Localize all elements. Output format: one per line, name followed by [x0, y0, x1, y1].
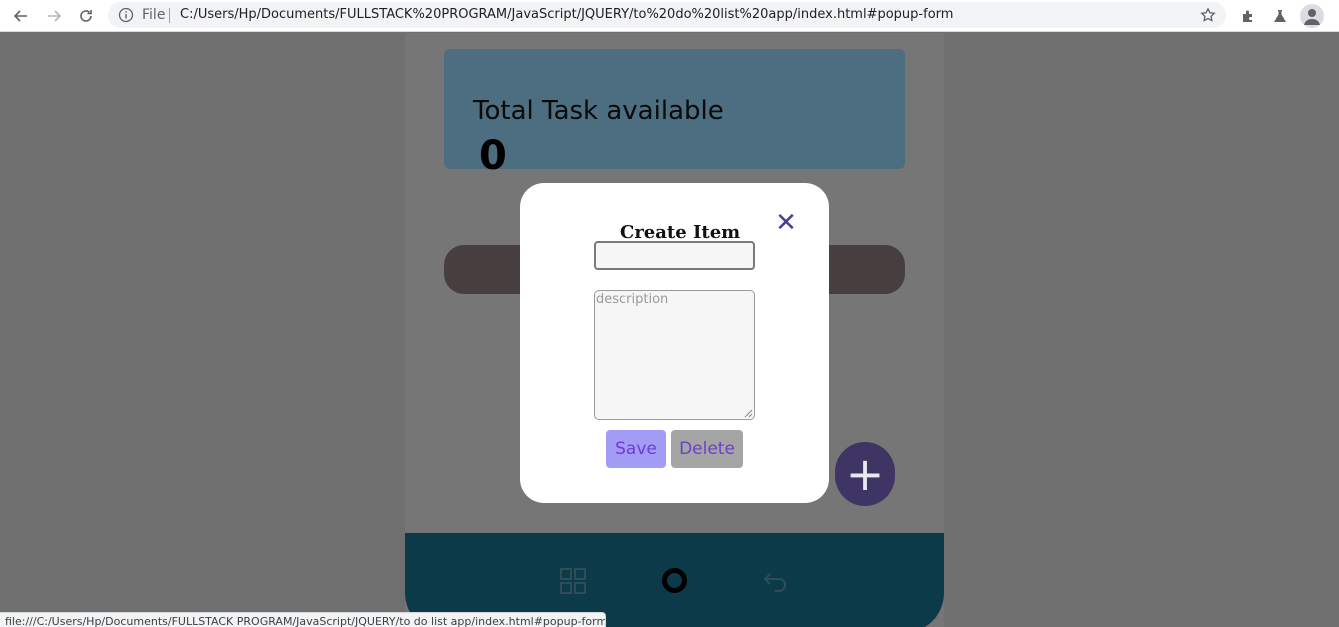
- browser-toolbar: File C:/Users/Hp/Documents/FULLSTACK%20P…: [0, 0, 1339, 32]
- item-title-input[interactable]: [594, 241, 755, 270]
- profile-avatar-icon[interactable]: [1300, 4, 1324, 28]
- info-icon[interactable]: [118, 7, 134, 23]
- url-text[interactable]: C:/Users/Hp/Documents/FULLSTACK%20PROGRA…: [180, 7, 953, 22]
- total-tasks-label: Total Task available: [473, 96, 724, 126]
- extensions-icon[interactable]: [1236, 4, 1260, 28]
- total-tasks-count: 0: [479, 133, 507, 179]
- description-textarea[interactable]: description: [594, 290, 755, 420]
- create-item-modal: Create Item ✕ description Save Delete: [520, 183, 829, 503]
- total-tasks-card: Total Task available 0: [444, 49, 905, 179]
- modal-title: Create Item: [620, 222, 741, 243]
- grid-icon[interactable]: [560, 568, 586, 594]
- add-task-button[interactable]: +: [835, 442, 895, 506]
- bookmark-star-icon[interactable]: [1200, 7, 1216, 23]
- undo-icon[interactable]: [762, 568, 788, 594]
- labs-flask-icon[interactable]: [1268, 4, 1292, 28]
- reload-icon[interactable]: [74, 4, 98, 28]
- address-bar[interactable]: File C:/Users/Hp/Documents/FULLSTACK%20P…: [108, 2, 1226, 28]
- scheme-label: File: [142, 7, 166, 23]
- save-button[interactable]: Save: [606, 430, 666, 468]
- home-circle-icon[interactable]: [662, 568, 687, 593]
- divider: [169, 8, 170, 23]
- status-bar-url: file:///C:/Users/Hp/Documents/FULLSTACK …: [0, 612, 606, 627]
- resize-grip-icon[interactable]: [744, 409, 753, 418]
- back-icon[interactable]: [9, 4, 33, 28]
- delete-button[interactable]: Delete: [671, 430, 743, 468]
- forward-icon[interactable]: [42, 4, 66, 28]
- close-icon[interactable]: ✕: [774, 210, 798, 236]
